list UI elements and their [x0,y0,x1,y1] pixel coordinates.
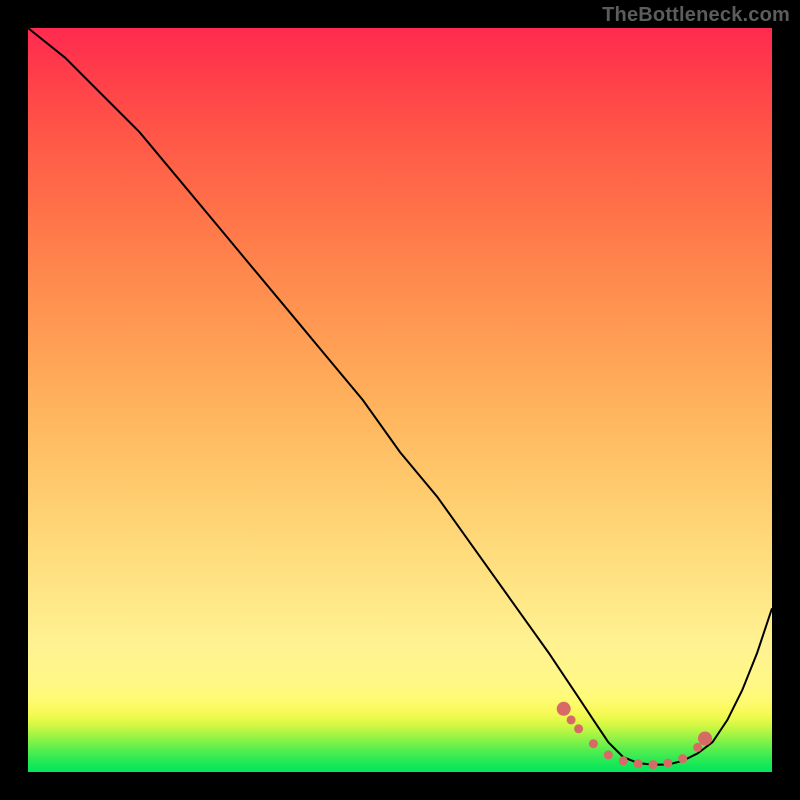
chart-svg [0,0,800,800]
highlight-dot [604,750,613,759]
highlight-dot [678,754,687,763]
highlight-dot [698,732,712,746]
watermark-text: TheBottleneck.com [602,4,790,27]
highlight-dot [557,702,571,716]
plot-background [28,28,772,772]
highlight-dot [649,760,658,769]
highlight-dot [589,739,598,748]
highlight-dot [693,743,702,752]
highlight-dot [634,759,643,768]
highlight-dot [567,715,576,724]
chart-container: TheBottleneck.com [0,0,800,800]
highlight-dot [663,759,672,768]
highlight-dot [619,756,628,765]
highlight-dot [574,724,583,733]
